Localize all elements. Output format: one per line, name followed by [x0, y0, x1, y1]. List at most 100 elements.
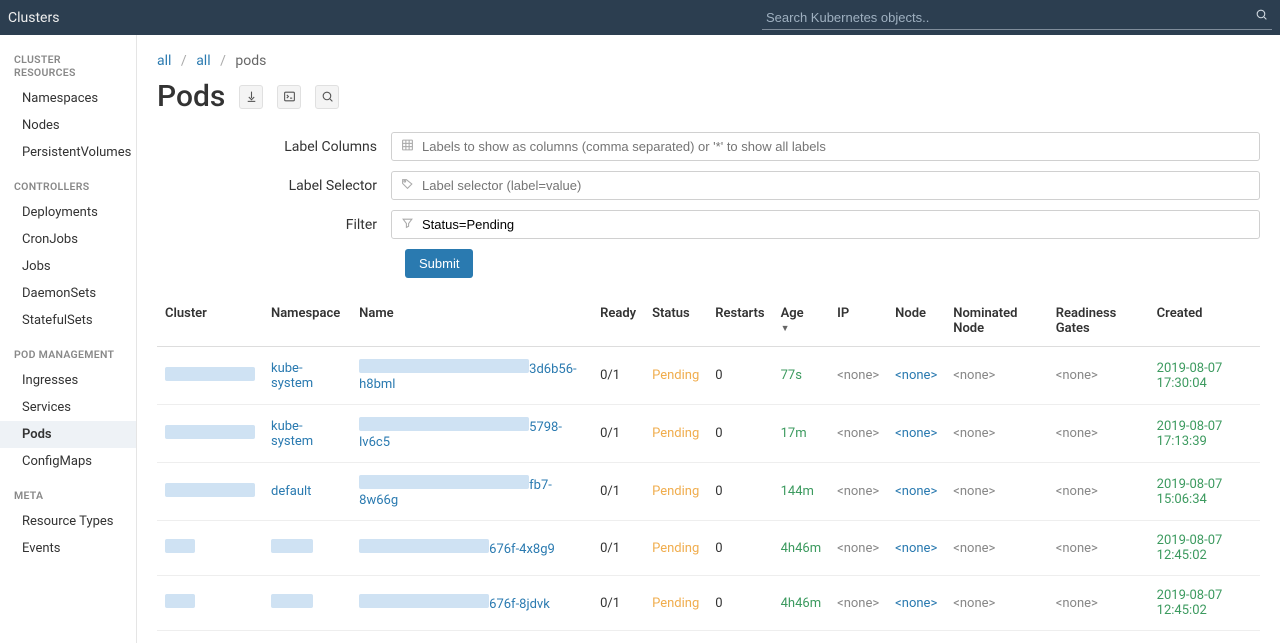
- cell-node[interactable]: <none>: [887, 347, 945, 405]
- cell-node[interactable]: <none>: [887, 576, 945, 631]
- col-ip[interactable]: IP: [829, 296, 887, 347]
- sidebar-item-namespaces[interactable]: Namespaces: [0, 85, 136, 112]
- sidebar-item-daemonsets[interactable]: DaemonSets: [0, 280, 136, 307]
- cell-ip: <none>: [829, 576, 887, 631]
- sidebar-item-ingresses[interactable]: Ingresses: [0, 367, 136, 394]
- pod-name-link[interactable]: 676f-4x8g9: [489, 542, 555, 557]
- breadcrumb-all-1[interactable]: all: [157, 53, 171, 69]
- pod-name-link[interactable]: 676f-8jdvk: [489, 597, 550, 612]
- redacted-text: [165, 594, 195, 608]
- cell-readiness-gates: <none>: [1048, 405, 1149, 463]
- cell-ip: <none>: [829, 347, 887, 405]
- cell-restarts: 0: [707, 576, 772, 631]
- search-icon[interactable]: [1255, 8, 1268, 25]
- cell-cluster: [157, 576, 263, 631]
- label-selector-label: Label Selector: [211, 178, 391, 194]
- sidebar-item-jobs[interactable]: Jobs: [0, 253, 136, 280]
- cell-status: Pending: [644, 521, 707, 576]
- sidebar-item-deployments[interactable]: Deployments: [0, 199, 136, 226]
- tag-icon: [401, 177, 414, 194]
- sidebar-item-persistentvolumes[interactable]: PersistentVolumes: [0, 139, 136, 166]
- sidebar-item-events[interactable]: Events: [0, 535, 136, 562]
- col-restarts[interactable]: Restarts: [707, 296, 772, 347]
- cell-created: 2019-08-07 15:06:34: [1149, 463, 1260, 521]
- col-ready[interactable]: Ready: [592, 296, 644, 347]
- redacted-text: [359, 359, 529, 373]
- col-node[interactable]: Node: [887, 296, 945, 347]
- cell-name: 676f-8jdvk: [351, 576, 592, 631]
- label-columns-input[interactable]: [391, 132, 1260, 161]
- table-row: kube-system3d6b56-h8bml0/1Pending077s<no…: [157, 347, 1260, 405]
- sort-caret-icon: ▼: [781, 323, 821, 334]
- sidebar-item-resource-types[interactable]: Resource Types: [0, 508, 136, 535]
- node-link[interactable]: <none>: [895, 596, 937, 611]
- cell-namespace: default: [263, 463, 351, 521]
- cell-cluster: [157, 405, 263, 463]
- cell-ready: 0/1: [592, 405, 644, 463]
- columns-icon: [401, 138, 414, 155]
- filter-input[interactable]: [391, 210, 1260, 239]
- node-link[interactable]: <none>: [895, 426, 937, 441]
- node-link[interactable]: <none>: [895, 484, 937, 499]
- col-created[interactable]: Created: [1149, 296, 1260, 347]
- cell-namespace: [263, 631, 351, 643]
- col-nominated-node[interactable]: Nominated Node: [945, 296, 1048, 347]
- search-input[interactable]: [762, 6, 1272, 30]
- col-age[interactable]: Age▼: [773, 296, 829, 347]
- sidebar-section-title: Meta: [0, 475, 136, 508]
- global-search: [762, 6, 1272, 30]
- sidebar-item-cronjobs[interactable]: CronJobs: [0, 226, 136, 253]
- redacted-text: [165, 539, 195, 553]
- cell-age: 144m: [773, 463, 829, 521]
- table-row: 676f-8jdvk0/1Pending04h46m<none><none><n…: [157, 576, 1260, 631]
- cell-restarts: 0: [707, 347, 772, 405]
- col-namespace[interactable]: Namespace: [263, 296, 351, 347]
- terminal-button[interactable]: [277, 85, 301, 109]
- cell-status: Pending: [644, 576, 707, 631]
- cell-name: 676f-dmjg4: [351, 631, 592, 643]
- cell-age: 4h46m: [773, 521, 829, 576]
- node-link[interactable]: <none>: [895, 541, 937, 556]
- cell-node[interactable]: <none>: [887, 521, 945, 576]
- cell-ip: <none>: [829, 405, 887, 463]
- sidebar-item-statefulsets[interactable]: StatefulSets: [0, 307, 136, 334]
- submit-button[interactable]: Submit: [405, 249, 473, 278]
- sidebar-item-configmaps[interactable]: ConfigMaps: [0, 448, 136, 475]
- cell-created: 2019-08-07 17:30:04: [1149, 347, 1260, 405]
- cell-nominated-node: <none>: [945, 347, 1048, 405]
- namespace-link[interactable]: kube-system: [271, 419, 313, 449]
- cell-name: 676f-4x8g9: [351, 521, 592, 576]
- cell-age: 4h46m: [773, 576, 829, 631]
- redacted-text: [359, 539, 489, 553]
- cell-ip: <none>: [829, 631, 887, 643]
- breadcrumb-all-2[interactable]: all: [196, 53, 210, 69]
- col-cluster[interactable]: Cluster: [157, 296, 263, 347]
- app-title[interactable]: Clusters: [8, 10, 59, 26]
- sidebar-item-services[interactable]: Services: [0, 394, 136, 421]
- topbar: Clusters: [0, 0, 1280, 35]
- cell-readiness-gates: <none>: [1048, 631, 1149, 643]
- cell-status: Pending: [644, 463, 707, 521]
- node-link[interactable]: <none>: [895, 368, 937, 383]
- col-name[interactable]: Name: [351, 296, 592, 347]
- filter-search-button[interactable]: [315, 85, 339, 109]
- namespace-link[interactable]: default: [271, 484, 311, 499]
- download-button[interactable]: [239, 85, 263, 109]
- label-selector-input[interactable]: [391, 171, 1260, 200]
- col-readiness-gates[interactable]: Readiness Gates: [1048, 296, 1149, 347]
- cell-restarts: 0: [707, 521, 772, 576]
- cell-cluster: [157, 631, 263, 643]
- breadcrumb: all / all / pods: [157, 53, 1260, 69]
- cell-nominated-node: <none>: [945, 463, 1048, 521]
- cell-nominated-node: <none>: [945, 631, 1048, 643]
- redacted-text: [271, 539, 313, 553]
- col-status[interactable]: Status: [644, 296, 707, 347]
- sidebar-item-nodes[interactable]: Nodes: [0, 112, 136, 139]
- redacted-text: [359, 475, 529, 489]
- cell-node[interactable]: <none>: [887, 463, 945, 521]
- cell-namespace: [263, 576, 351, 631]
- cell-node[interactable]: <none>: [887, 405, 945, 463]
- cell-node[interactable]: <none>: [887, 631, 945, 643]
- sidebar-item-pods[interactable]: Pods: [0, 421, 136, 448]
- namespace-link[interactable]: kube-system: [271, 361, 313, 391]
